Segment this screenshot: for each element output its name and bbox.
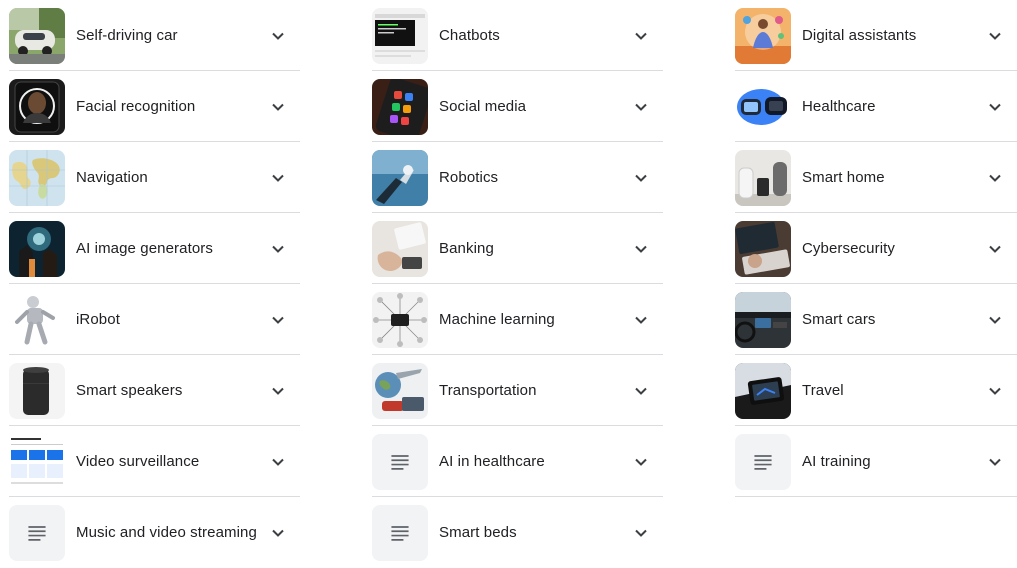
document-lines-icon	[735, 433, 791, 490]
chevron-down-icon[interactable]	[629, 450, 653, 474]
topic-item-ai-in-healthcare[interactable]: AI in healthcare	[372, 426, 663, 497]
car-navigation-photo	[735, 362, 791, 419]
topic-item-cybersecurity[interactable]: Cybersecurity	[735, 213, 1017, 284]
topic-item-ai-image-generators[interactable]: AI image generators	[9, 213, 300, 284]
chevron-down-icon[interactable]	[629, 95, 653, 119]
world-map-photo	[9, 149, 65, 206]
topic-column-middle: Chatbots Social media Robotics Banking M…	[372, 0, 663, 568]
topic-label: Cybersecurity	[802, 240, 895, 257]
topic-label: Chatbots	[439, 27, 500, 44]
chevron-down-icon[interactable]	[266, 24, 290, 48]
chevron-down-icon[interactable]	[983, 166, 1007, 190]
transportation-photo	[372, 362, 428, 419]
chevron-down-icon[interactable]	[266, 308, 290, 332]
topic-label: Smart speakers	[76, 382, 183, 399]
topic-label: Robotics	[439, 169, 499, 186]
topic-label: Banking	[439, 240, 494, 257]
network-diagram-photo	[372, 291, 428, 348]
car-dashboard-photo	[735, 291, 791, 348]
topic-item-chatbots[interactable]: Chatbots	[372, 0, 663, 71]
topic-label: Digital assistants	[802, 27, 917, 44]
phone-apps-photo	[372, 78, 428, 135]
topic-item-digital-assistants[interactable]: Digital assistants	[735, 0, 1017, 71]
topic-label: AI in healthcare	[439, 453, 545, 470]
topic-label: Navigation	[76, 169, 148, 186]
smart-home-devices-photo	[735, 149, 791, 206]
robot-hand-photo	[372, 149, 428, 206]
topic-label: Smart cars	[802, 311, 876, 328]
topic-label: Smart home	[802, 169, 885, 186]
topic-item-facial-recognition[interactable]: Facial recognition	[9, 71, 300, 142]
chevron-down-icon[interactable]	[629, 24, 653, 48]
chevron-down-icon[interactable]	[266, 521, 290, 545]
document-lines-icon	[372, 433, 428, 490]
topic-item-music-and-video-streaming[interactable]: Music and video streaming	[9, 497, 300, 568]
topic-label: Facial recognition	[76, 98, 196, 115]
self-driving-car-photo	[9, 7, 65, 64]
topic-item-smart-cars[interactable]: Smart cars	[735, 284, 1017, 355]
document-lines-icon	[9, 504, 65, 561]
topic-column-left: Self-driving car Facial recognition Navi…	[9, 0, 300, 568]
topic-label: Healthcare	[802, 98, 876, 115]
robot-figure-photo	[9, 291, 65, 348]
chevron-down-icon[interactable]	[983, 237, 1007, 261]
chevron-down-icon[interactable]	[266, 166, 290, 190]
chevron-down-icon[interactable]	[983, 95, 1007, 119]
topic-column-right: Digital assistants Healthcare Smart home…	[735, 0, 1017, 497]
smart-speaker-photo	[9, 362, 65, 419]
topic-label: iRobot	[76, 311, 120, 328]
topic-item-healthcare[interactable]: Healthcare	[735, 71, 1017, 142]
topic-item-travel[interactable]: Travel	[735, 355, 1017, 426]
topic-label: Video surveillance	[76, 453, 200, 470]
topic-label: Music and video streaming	[76, 524, 257, 541]
topic-item-machine-learning[interactable]: Machine learning	[372, 284, 663, 355]
chevron-down-icon[interactable]	[983, 308, 1007, 332]
topic-item-smart-home[interactable]: Smart home	[735, 142, 1017, 213]
facial-recognition-photo	[9, 78, 65, 135]
topic-item-irobot[interactable]: iRobot	[9, 284, 300, 355]
topic-item-banking[interactable]: Banking	[372, 213, 663, 284]
chevron-down-icon[interactable]	[629, 166, 653, 190]
topic-item-self-driving-car[interactable]: Self-driving car	[9, 0, 300, 71]
topic-label: Self-driving car	[76, 27, 178, 44]
topic-label: Transportation	[439, 382, 537, 399]
topic-label: Smart beds	[439, 524, 517, 541]
topic-label: AI image generators	[76, 240, 213, 257]
document-lines-icon	[372, 504, 428, 561]
topic-item-transportation[interactable]: Transportation	[372, 355, 663, 426]
chevron-down-icon[interactable]	[629, 521, 653, 545]
surveillance-dashboard-photo	[9, 433, 65, 490]
chevron-down-icon[interactable]	[983, 24, 1007, 48]
chevron-down-icon[interactable]	[629, 379, 653, 403]
chevron-down-icon[interactable]	[266, 450, 290, 474]
laptop-keyboard-photo	[735, 220, 791, 277]
topic-label: AI training	[802, 453, 871, 470]
chevron-down-icon[interactable]	[629, 308, 653, 332]
chevron-down-icon[interactable]	[983, 379, 1007, 403]
chatbot-screen-photo	[372, 7, 428, 64]
chevron-down-icon[interactable]	[983, 450, 1007, 474]
digital-assistant-photo	[735, 7, 791, 64]
banking-photo	[372, 220, 428, 277]
topic-label: Travel	[802, 382, 844, 399]
topic-item-robotics[interactable]: Robotics	[372, 142, 663, 213]
topic-item-navigation[interactable]: Navigation	[9, 142, 300, 213]
topic-label: Machine learning	[439, 311, 555, 328]
chevron-down-icon[interactable]	[629, 237, 653, 261]
topic-item-video-surveillance[interactable]: Video surveillance	[9, 426, 300, 497]
ai-art-photo	[9, 220, 65, 277]
topic-label: Social media	[439, 98, 527, 115]
topic-item-smart-beds[interactable]: Smart beds	[372, 497, 663, 568]
topic-item-smart-speakers[interactable]: Smart speakers	[9, 355, 300, 426]
chevron-down-icon[interactable]	[266, 237, 290, 261]
chevron-down-icon[interactable]	[266, 379, 290, 403]
fitness-tracker-photo	[735, 78, 791, 135]
topic-item-social-media[interactable]: Social media	[372, 71, 663, 142]
chevron-down-icon[interactable]	[266, 95, 290, 119]
topic-item-ai-training[interactable]: AI training	[735, 426, 1017, 497]
